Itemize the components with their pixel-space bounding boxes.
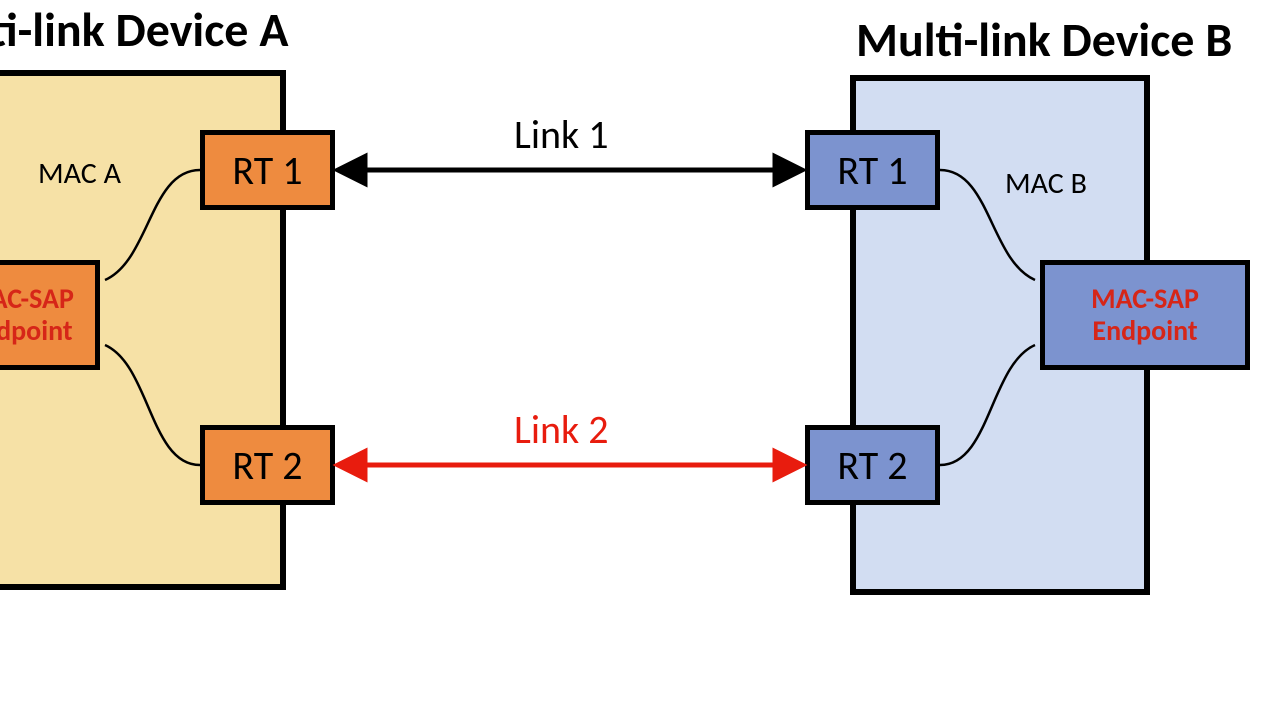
title-device-b: Multi-link Device B [856, 10, 1232, 69]
sap-b-line2: Endpoint [1092, 315, 1197, 347]
mac-a-label: MAC A [38, 155, 121, 192]
link1-label: Link 1 [514, 110, 609, 159]
sap-b-line1: MAC-SAP [1091, 283, 1199, 315]
title-device-a: Multi-link Device A [0, 0, 288, 59]
device-a-rt1: RT 1 [200, 130, 335, 210]
link2-label: Link 2 [514, 405, 609, 454]
sap-a-line2: Endpoint [0, 315, 73, 347]
device-a-mac-sap: MAC-SAP Endpoint [0, 260, 100, 370]
device-b-rt2: RT 2 [805, 425, 940, 505]
device-b-rt1: RT 1 [805, 130, 940, 210]
device-b-mac-sap: MAC-SAP Endpoint [1040, 260, 1250, 370]
device-a-rt2: RT 2 [200, 425, 335, 505]
diagram-stage: Multi-link Device A Multi-link Device B … [0, 0, 1280, 720]
sap-a-line1: MAC-SAP [0, 283, 74, 315]
mac-b-label: MAC B [1005, 165, 1087, 202]
